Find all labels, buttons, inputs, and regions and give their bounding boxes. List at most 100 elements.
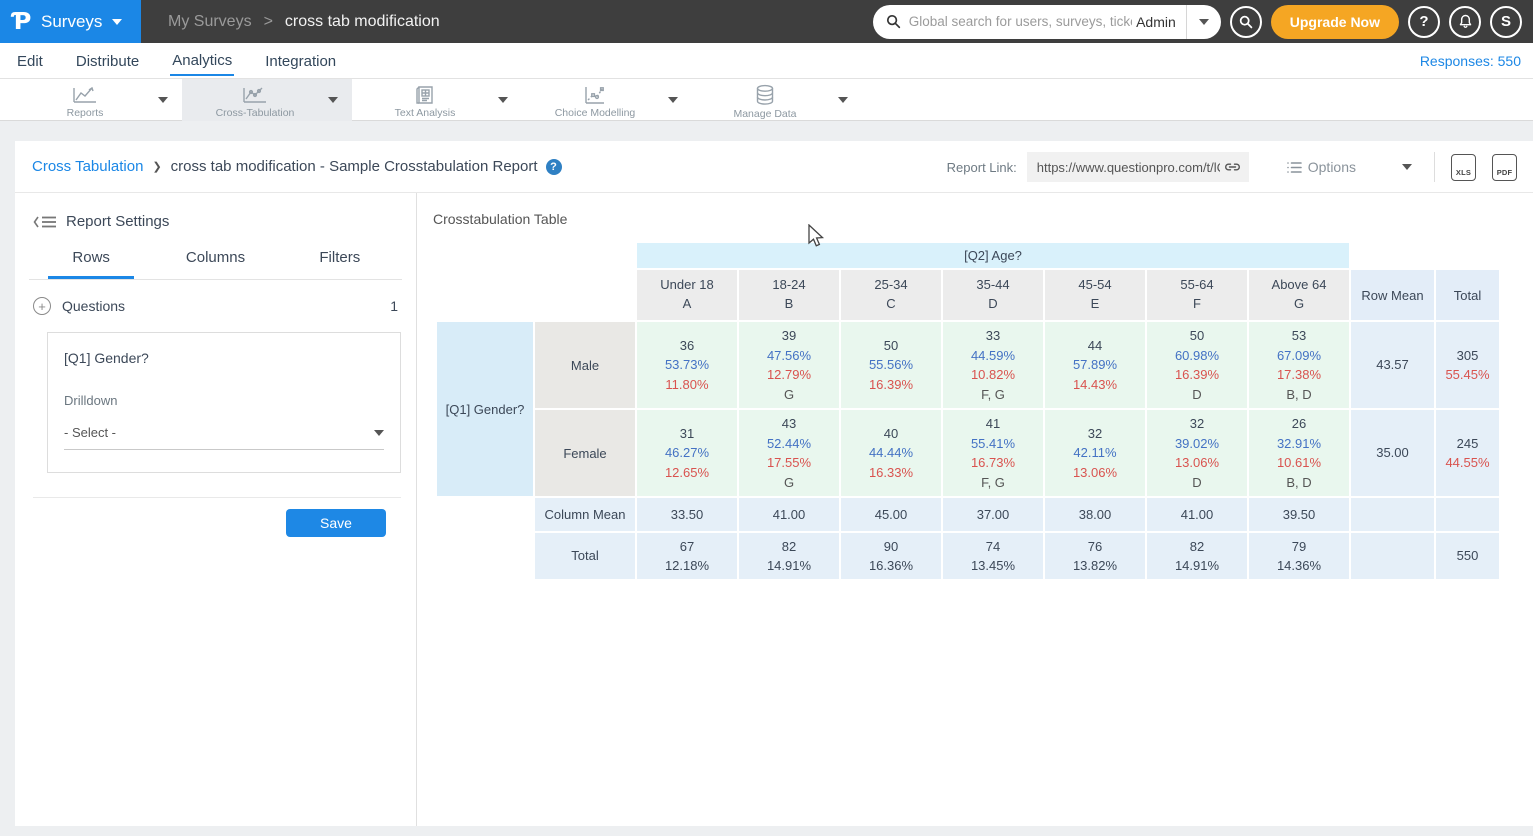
top-breadcrumb: My Surveys > cross tab modification [168,13,440,31]
responses-count[interactable]: Responses: 550 [1420,53,1521,69]
search-scope[interactable]: Admin [1132,14,1186,30]
table-row: Under 18A 18-24B 25-34C 35-44D 45-54E 55… [437,270,1499,320]
table-row-female: Female 3146.27%12.65% 4352.44%17.55%G 40… [437,410,1499,496]
tab-rows[interactable]: Rows [29,249,153,279]
report-header: Cross Tabulation ❯ cross tab modificatio… [15,141,1533,193]
bell-icon [1458,14,1473,29]
table-row-total: Total 6712.18% 8214.91% 9016.36% 7413.45… [437,533,1499,579]
product-switcher[interactable]: Ƥ Surveys [0,0,141,43]
nav-distribute[interactable]: Distribute [74,46,141,75]
cross-tab-chart-icon [242,85,268,105]
col-header: 45-54E [1045,270,1145,320]
tab-columns[interactable]: Columns [153,249,277,279]
search-button[interactable] [1230,6,1262,38]
column-mean-label: Column Mean [535,498,635,531]
col-header: Above 64G [1249,270,1349,320]
row-total-cell: 30555.45% [1436,322,1499,408]
export-xls-button[interactable]: XLS [1451,154,1476,181]
save-button[interactable]: Save [286,509,386,537]
total-header: Total [1436,270,1499,320]
chevron-down-icon [374,430,384,436]
data-cell: 4044.44%16.33% [841,410,941,496]
column-mean-cell: 41.00 [739,498,839,531]
report-link-field[interactable]: https://www.questionpro.com/t/lCw3Zc [1027,152,1249,182]
export-pdf-button[interactable]: PDF [1492,154,1517,181]
questions-row: + Questions 1 [33,297,398,315]
breadcrumb-parent[interactable]: My Surveys [168,13,252,31]
breadcrumb-current: cross tab modification [285,13,440,31]
tool-reports[interactable]: Reports [12,79,182,121]
total-cell: 8214.91% [1147,533,1247,579]
row-total-cell: 24544.55% [1436,410,1499,496]
row-mean-cell: 35.00 [1351,410,1434,496]
chevron-down-icon[interactable] [838,97,848,103]
total-cell: 7413.45% [943,533,1043,579]
row-group-header: [Q1] Gender? [437,322,533,496]
line-chart-icon [72,85,98,105]
drilldown-select[interactable]: - Select - [64,425,384,450]
data-cell: 4155.41%16.73%F, G [943,410,1043,496]
search-icon [886,14,901,29]
notifications-button[interactable] [1449,6,1481,38]
search-scope-dropdown[interactable] [1187,5,1221,39]
help-icon[interactable]: ? [546,159,562,175]
settings-tabs: Rows Columns Filters [29,249,402,280]
help-button[interactable]: ? [1408,6,1440,38]
chevron-down-icon[interactable] [498,97,508,103]
table-row-male: [Q1] Gender? Male 3653.73%11.80% 3947.56… [437,322,1499,408]
avatar[interactable]: S [1490,6,1522,38]
topbar-actions: Admin Upgrade Now ? S [873,5,1533,39]
tool-text-analysis[interactable]: Text Analysis [352,79,522,121]
product-name: Surveys [41,12,102,32]
tool-cross-tabulation[interactable]: Cross-Tabulation [182,79,352,121]
total-cell: 6712.18% [637,533,737,579]
chevron-down-icon[interactable] [158,97,168,103]
list-options-icon [1287,161,1302,174]
data-cell: 3653.73%11.80% [637,322,737,408]
col-header: 18-24B [739,270,839,320]
data-cell: 4457.89%14.43% [1045,322,1145,408]
options-dropdown[interactable]: Options [1287,159,1412,175]
chevron-down-icon [1402,164,1412,170]
crosstab-table: [Q2] Age? Under 18A 18-24B 25-34C 35-44D… [435,241,1501,581]
data-cell: 4352.44%17.55%G [739,410,839,496]
total-label: Total [535,533,635,579]
report-link-url[interactable]: https://www.questionpro.com/t/lCw3Zc [1037,160,1220,175]
analytics-toolbar: Reports Cross-Tabulation Text Analysis C… [0,79,1533,121]
chevron-down-icon [112,19,122,25]
col-header: 25-34C [841,270,941,320]
total-cell: 9016.36% [841,533,941,579]
total-cell: 7613.82% [1045,533,1145,579]
questions-label: Questions [62,298,125,314]
database-icon [753,84,777,106]
divider [1434,152,1435,182]
chevron-down-icon[interactable] [328,97,338,103]
crosstab-area: Crosstabulation Table [Q2] Age? Under 18… [417,193,1533,826]
add-question-button[interactable]: + [33,297,51,315]
link-icon[interactable] [1224,161,1241,173]
empty-cell [1351,533,1434,579]
data-cell: 3242.11%13.06% [1045,410,1145,496]
tool-manage-data[interactable]: Manage Data [692,79,862,121]
nav-edit[interactable]: Edit [15,46,45,75]
search-input[interactable] [909,14,1132,29]
chevron-down-icon[interactable] [668,97,678,103]
data-cell: 3146.27%12.65% [637,410,737,496]
scatter-chart-icon [582,85,608,105]
content-split: Report Settings Rows Columns Filters + Q… [15,193,1533,826]
cross-tabulation-link[interactable]: Cross Tabulation [32,158,143,175]
table-row-column-mean: Column Mean 33.50 41.00 45.00 37.00 38.0… [437,498,1499,531]
report-header-actions: Report Link: https://www.questionpro.com… [947,141,1517,193]
collapse-panel-icon[interactable] [33,215,57,229]
nav-integration[interactable]: Integration [263,46,338,75]
tool-choice-modelling[interactable]: Choice Modelling [522,79,692,121]
document-grid-icon [414,85,436,105]
nav-analytics[interactable]: Analytics [170,45,234,76]
data-cell: 3239.02%13.06%D [1147,410,1247,496]
settings-header: Report Settings [33,213,416,230]
column-mean-cell: 33.50 [637,498,737,531]
tab-filters[interactable]: Filters [278,249,402,279]
upgrade-now-button[interactable]: Upgrade Now [1271,5,1399,39]
empty-cell [1436,498,1499,531]
question-card: [Q1] Gender? Drilldown - Select - [47,332,401,473]
